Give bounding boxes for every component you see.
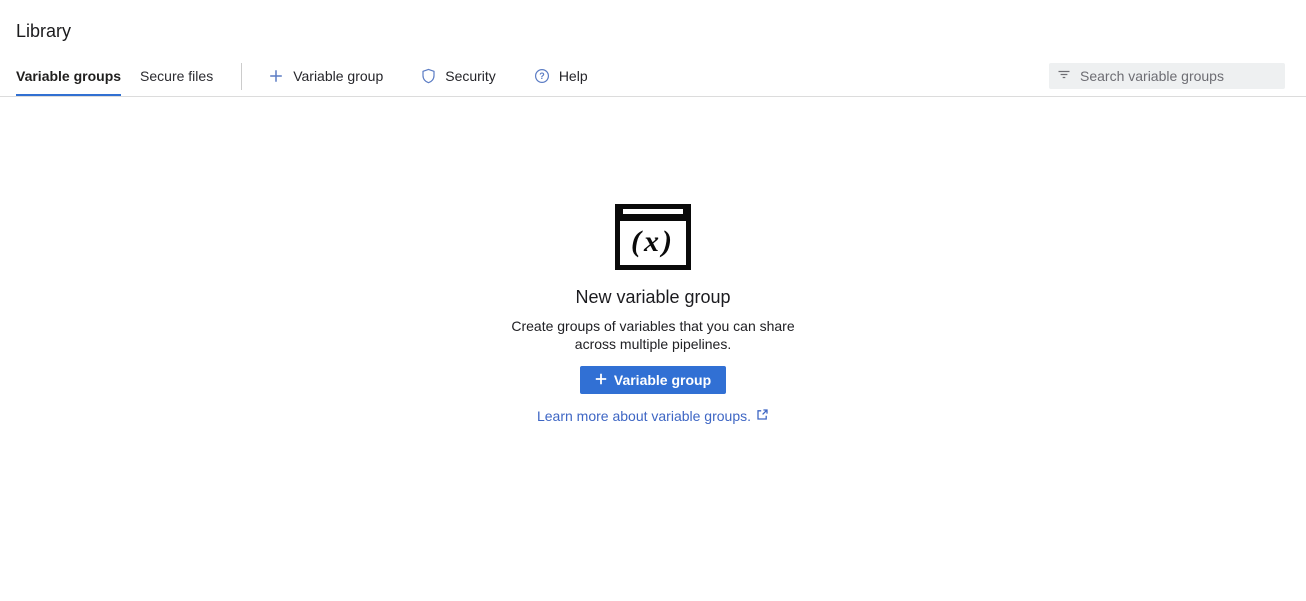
library-page: Library Variable groups Secure files Var… xyxy=(0,0,1306,424)
zero-data-description: Create groups of variables that you can … xyxy=(511,318,794,353)
command-help[interactable]: ? Help xyxy=(534,68,588,84)
search-input[interactable] xyxy=(1080,68,1277,84)
help-icon: ? xyxy=(534,68,550,84)
plus-icon xyxy=(595,372,607,388)
description-line: Create groups of variables that you can … xyxy=(511,318,794,336)
command-label: Help xyxy=(559,68,588,84)
svg-text:?: ? xyxy=(539,71,545,81)
shield-icon xyxy=(421,68,436,84)
zero-data-title: New variable group xyxy=(575,287,730,308)
tab-label: Secure files xyxy=(140,68,213,84)
variable-group-icon-titlebar xyxy=(620,209,686,221)
variable-group-icon-glyph: (x) xyxy=(631,227,675,260)
plus-icon xyxy=(268,68,284,84)
toolbar-divider xyxy=(241,63,242,90)
command-label: Variable group xyxy=(293,68,383,84)
tab-list: Variable groups Secure files xyxy=(16,56,213,96)
variable-group-icon: (x) xyxy=(615,204,691,270)
command-new-variable-group[interactable]: Variable group xyxy=(268,68,383,84)
variable-group-icon-body: (x) xyxy=(620,221,686,265)
command-label: Security xyxy=(445,68,496,84)
filter-icon xyxy=(1057,67,1071,85)
learn-more-link[interactable]: Learn more about variable groups. xyxy=(537,408,769,424)
command-security[interactable]: Security xyxy=(421,68,496,84)
variable-group-button[interactable]: Variable group xyxy=(580,366,726,394)
tab-label: Variable groups xyxy=(16,68,121,84)
page-title: Library xyxy=(0,0,1306,43)
description-line: across multiple pipelines. xyxy=(511,336,794,354)
link-label: Learn more about variable groups. xyxy=(537,408,751,424)
external-link-icon xyxy=(756,408,769,424)
tab-variable-groups[interactable]: Variable groups xyxy=(16,56,121,96)
button-label: Variable group xyxy=(614,372,711,388)
tab-command-bar: Variable groups Secure files Variable gr… xyxy=(0,56,1306,97)
tab-secure-files[interactable]: Secure files xyxy=(140,56,213,96)
search-box[interactable] xyxy=(1049,63,1285,89)
zero-data-panel: (x) New variable group Create groups of … xyxy=(0,204,1306,424)
